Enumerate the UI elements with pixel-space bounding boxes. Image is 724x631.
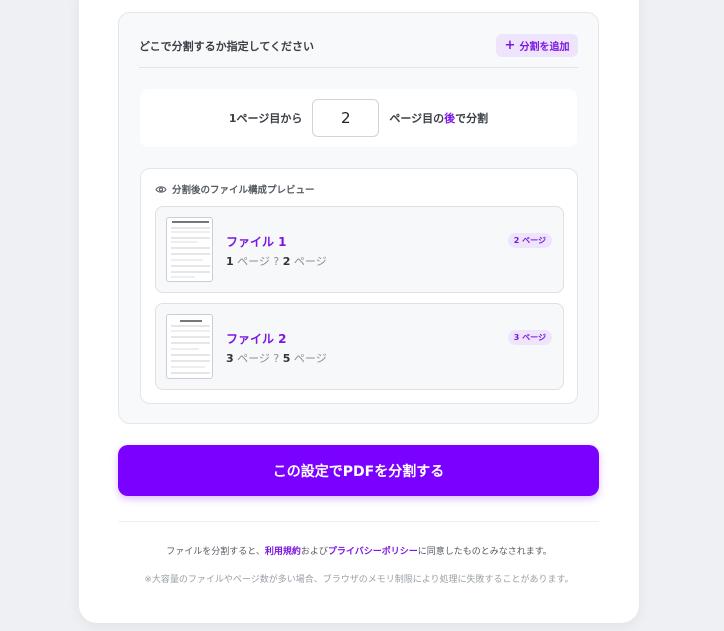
eye-icon <box>155 185 167 193</box>
file-name: ファイル 2 <box>226 332 287 346</box>
file-name: ファイル 1 <box>226 235 287 249</box>
file-card: ファイル 1 1 ページ ? 2 ページ 2 ページ <box>155 206 564 293</box>
terms-link[interactable]: 利用規約 <box>265 547 301 557</box>
file-card: ファイル 2 3 ページ ? 5 ページ 3 ページ <box>155 303 564 390</box>
preview-header: 分割後のファイル構成プレビュー <box>155 182 315 196</box>
split-settings-panel: どこで分割するか指定してください + 分割を追加 1ページ目から ページ目の後で… <box>118 12 599 424</box>
split-range-row: 1ページ目から ページ目の後で分割 <box>140 89 577 147</box>
file-page-range: 3 ページ ? 5 ページ <box>226 352 327 365</box>
pdf-thumbnail <box>166 314 213 379</box>
divider <box>139 67 578 68</box>
terms-notice: ファイルを分割すると、利用規約およびプライバシーポリシーに同意したものとみなされ… <box>166 547 552 557</box>
split-page-input[interactable] <box>312 99 380 137</box>
split-preview: 分割後のファイル構成プレビュー ファイル 1 1 ページ ? 2 ページ 2 ペ… <box>140 168 578 404</box>
page-count-badge: 2 ページ <box>507 233 552 248</box>
pdf-thumbnail <box>166 217 213 282</box>
page-count-badge: 3 ページ <box>507 330 552 345</box>
add-split-button[interactable]: + 分割を追加 <box>496 34 578 57</box>
privacy-link[interactable]: プライバシーポリシー <box>328 547 418 557</box>
memory-note: ※大容量のファイルやページ数が多い場合、ブラウザのメモリ制限により処理に失敗する… <box>144 575 574 585</box>
preview-title: 分割後のファイル構成プレビュー <box>172 185 315 196</box>
file-page-range: 1 ページ ? 2 ページ <box>226 255 327 268</box>
split-pdf-button[interactable]: この設定でPDFを分割する <box>118 445 599 496</box>
range-suffix: ページ目の後で分割 <box>389 112 489 125</box>
panel-title: どこで分割するか指定してください <box>139 40 315 53</box>
plus-icon: + <box>504 38 516 53</box>
range-prefix: 1ページ目から <box>228 112 303 125</box>
add-split-label: 分割を追加 <box>519 42 570 53</box>
footer-divider <box>118 521 599 522</box>
